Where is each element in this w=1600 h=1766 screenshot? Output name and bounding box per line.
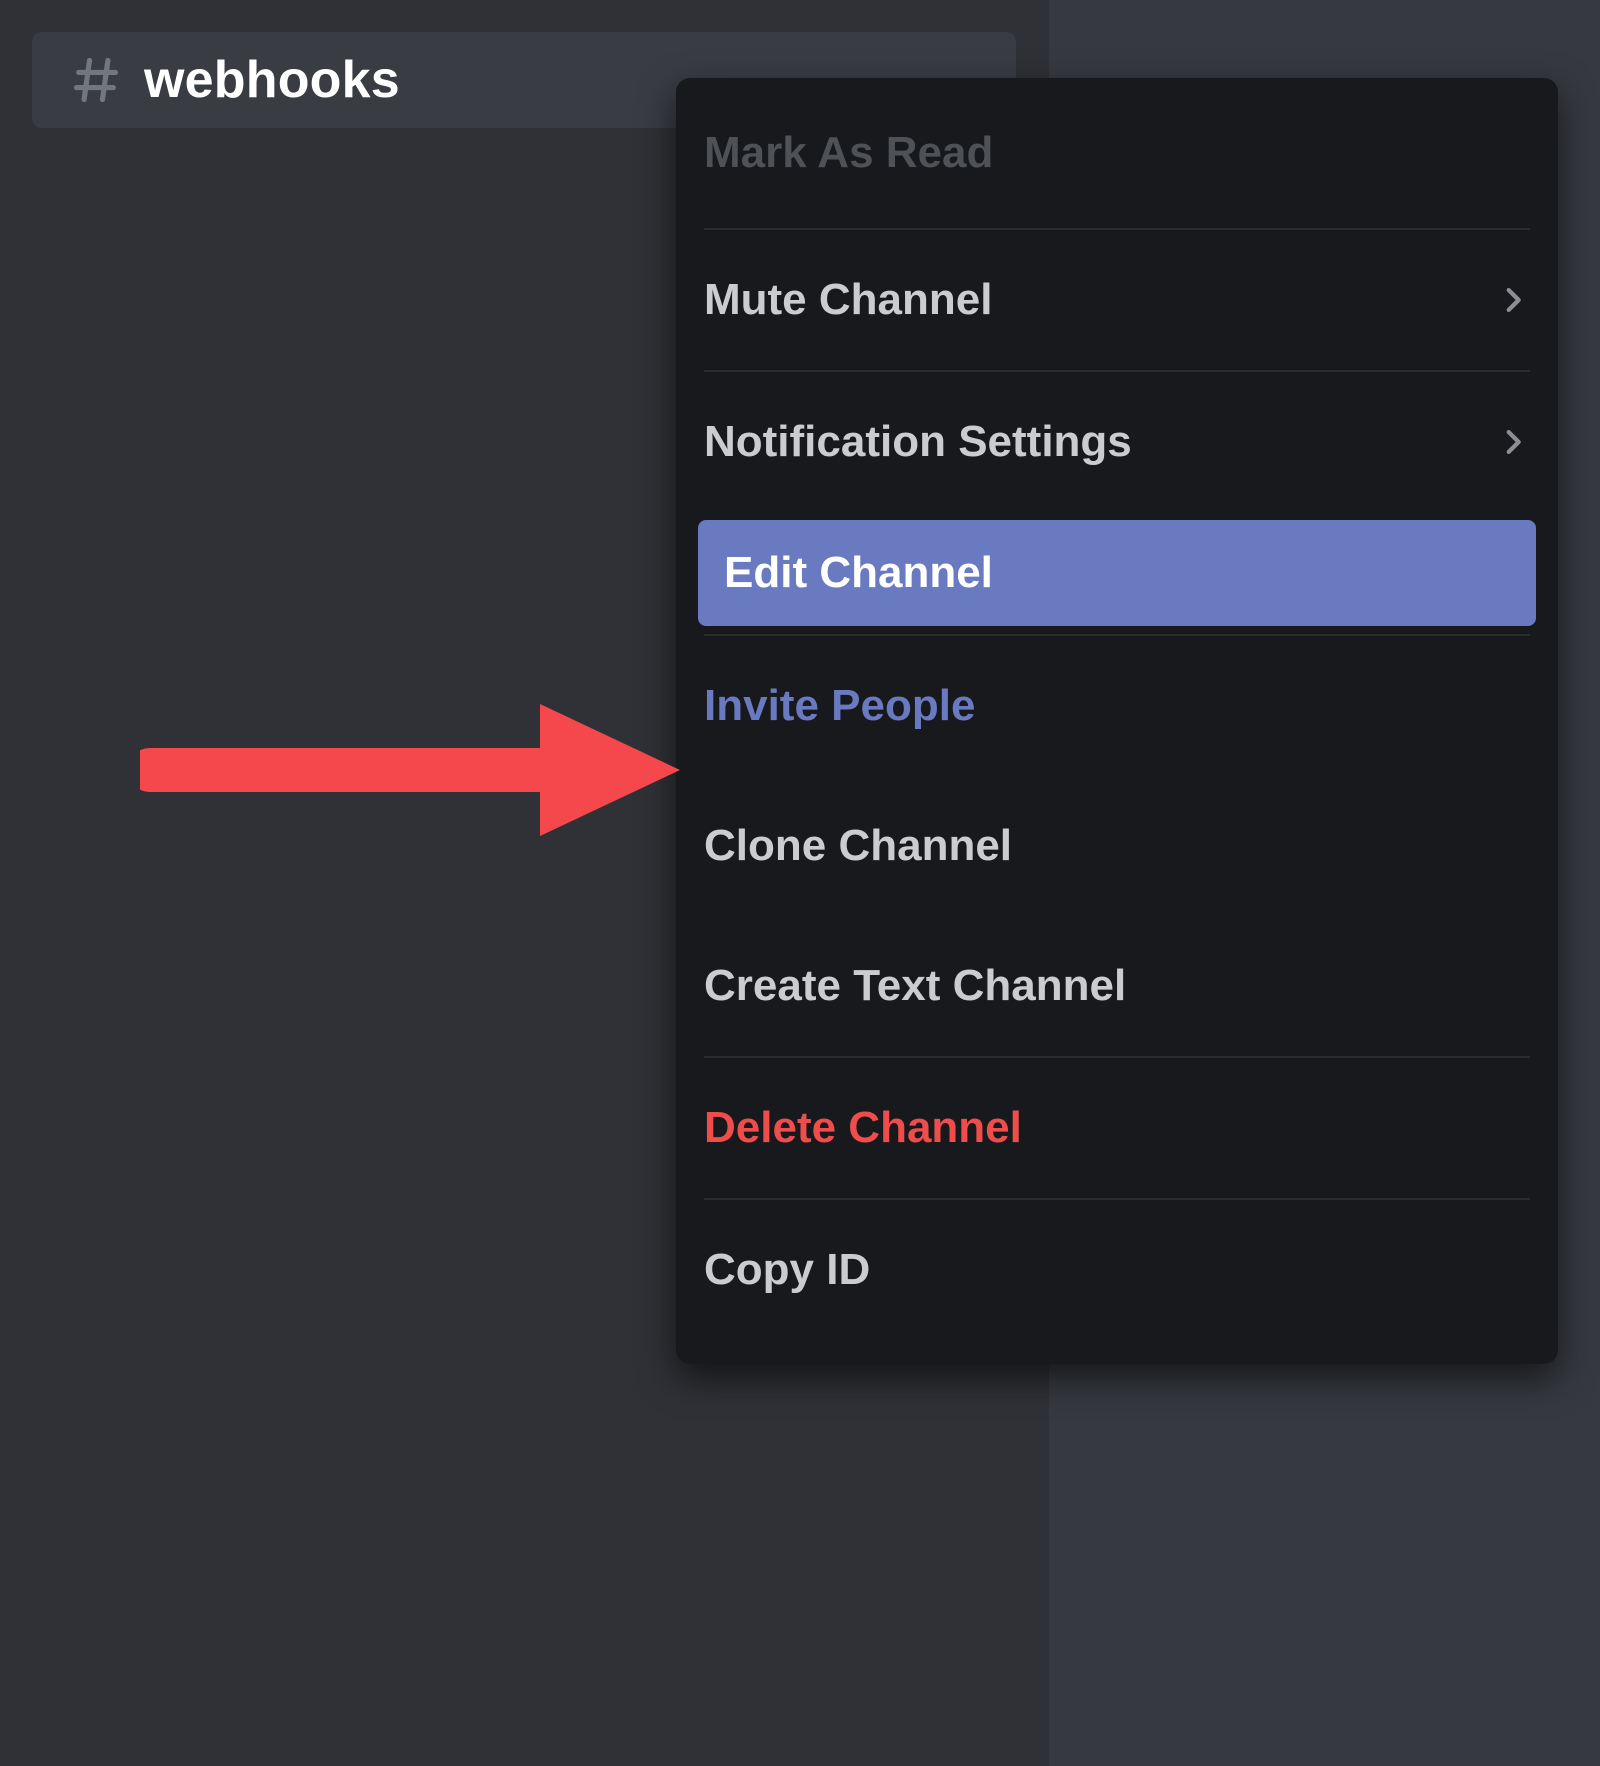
menu-label: Notification Settings <box>704 417 1132 467</box>
annotation-arrow <box>140 690 680 855</box>
menu-label: Edit Channel <box>724 548 993 598</box>
context-menu-item-notification-settings[interactable]: Notification Settings <box>704 372 1530 512</box>
menu-label: Clone Channel <box>704 821 1012 871</box>
context-menu-item-create-text-channel[interactable]: Create Text Channel <box>704 916 1530 1056</box>
screenshot-root: o a webhooks Mark As Read Mute Channel N… <box>0 0 1600 1766</box>
menu-label: Copy ID <box>704 1245 870 1295</box>
context-menu-item-mark-as-read: Mark As Read <box>704 78 1530 228</box>
context-menu-item-copy-id[interactable]: Copy ID <box>704 1200 1530 1340</box>
hash-icon <box>70 54 122 106</box>
channel-name: webhooks <box>144 50 400 110</box>
context-menu-item-edit-channel[interactable]: Edit Channel <box>698 520 1536 626</box>
context-menu-item-clone-channel[interactable]: Clone Channel <box>704 776 1530 916</box>
menu-label: Mute Channel <box>704 275 992 325</box>
menu-label: Delete Channel <box>704 1103 1022 1153</box>
chevron-right-icon <box>1496 283 1530 317</box>
chevron-right-icon <box>1496 425 1530 459</box>
menu-label: Invite People <box>704 681 975 731</box>
context-menu-item-invite-people[interactable]: Invite People <box>704 636 1530 776</box>
context-menu-item-mute-channel[interactable]: Mute Channel <box>704 230 1530 370</box>
menu-label: Mark As Read <box>704 128 993 178</box>
context-menu-item-delete-channel[interactable]: Delete Channel <box>704 1058 1530 1198</box>
channel-context-menu: Mark As Read Mute Channel Notification S… <box>676 78 1558 1364</box>
menu-label: Create Text Channel <box>704 961 1126 1011</box>
